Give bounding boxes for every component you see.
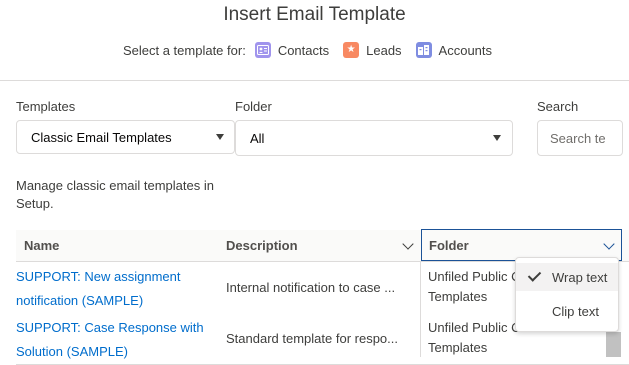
column-folder-label: Folder: [429, 237, 469, 253]
folder-select-value: All: [250, 130, 265, 146]
object-leads-label: Leads: [366, 42, 402, 58]
object-contacts[interactable]: Contacts: [254, 42, 330, 58]
templates-select[interactable]: Classic Email Templates: [16, 120, 235, 154]
vertical-scrollbar[interactable]: [606, 332, 621, 357]
chevron-down-icon[interactable]: [402, 238, 414, 250]
contact-card-icon: [254, 42, 271, 58]
template-description-text: Standard template for respo...: [226, 331, 398, 346]
template-description: Standard template for respo...: [226, 313, 412, 364]
select-for-label: Select a template for:: [122, 42, 246, 58]
menu-item-clip-text-label: Clip text: [552, 303, 599, 319]
folder-label: Folder: [235, 99, 272, 114]
column-name-label: Name: [24, 238, 60, 253]
object-contacts-label: Contacts: [277, 42, 330, 58]
template-object-selector: Select a template for: Contacts ★ Leads …: [0, 42, 629, 58]
templates-select-value: Classic Email Templates: [31, 129, 172, 145]
star-icon: ★: [343, 42, 360, 58]
folder-select[interactable]: All: [235, 120, 513, 156]
column-header-name[interactable]: Name: [16, 230, 222, 261]
check-icon: [527, 268, 542, 282]
object-accounts[interactable]: Accounts: [415, 42, 493, 58]
templates-label: Templates: [16, 99, 76, 114]
chevron-down-icon[interactable]: [603, 238, 615, 250]
manage-templates-text: Manage classic email templates in Setup.: [16, 178, 214, 211]
modal-title: Insert Email Template: [223, 4, 406, 25]
modal-header: Insert Email Template Select a template …: [0, 0, 629, 81]
building-icon: [415, 42, 432, 58]
menu-item-clip-text[interactable]: Clip text: [516, 297, 618, 325]
column-actions-menu: Wrap text Clip text: [515, 257, 619, 332]
template-description-text: Internal notification to case ...: [226, 280, 396, 295]
menu-item-wrap-text-label: Wrap text: [552, 269, 608, 285]
menu-item-wrap-text[interactable]: Wrap text: [516, 263, 618, 291]
caret-down-icon: [216, 134, 224, 140]
object-leads[interactable]: ★ Leads: [343, 42, 402, 58]
column-header-description[interactable]: Description: [222, 230, 421, 261]
search-label: Search: [537, 99, 579, 114]
object-accounts-label: Accounts: [438, 42, 493, 58]
caret-down-icon: [493, 135, 501, 141]
column-divider: [420, 262, 421, 357]
search-input[interactable]: [537, 120, 623, 156]
template-description: Internal notification to case ...: [226, 262, 412, 313]
column-description-label: Description: [226, 238, 298, 253]
template-name-link[interactable]: SUPPORT: New assignment notification (SA…: [16, 265, 216, 313]
